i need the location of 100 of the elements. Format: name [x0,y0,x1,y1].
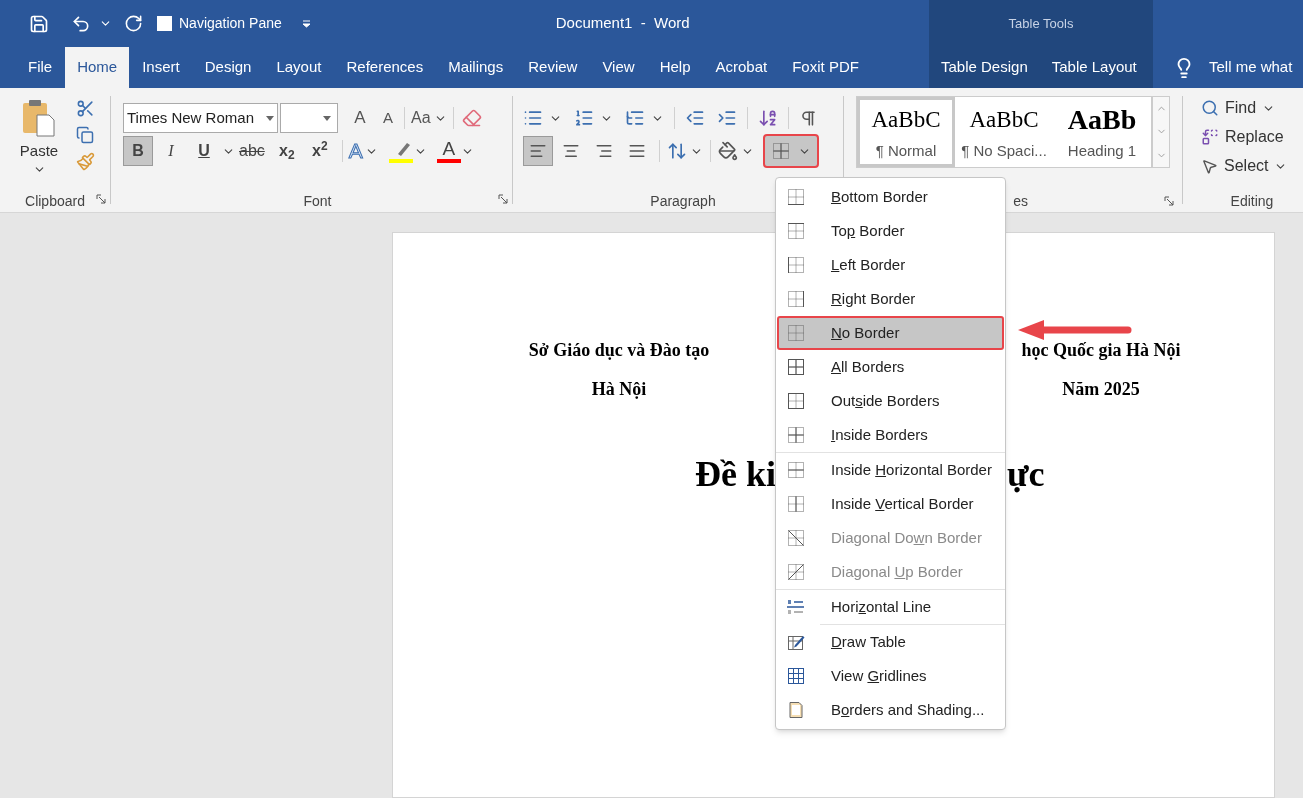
align-button[interactable] [523,136,553,166]
paste-icon [21,98,57,138]
save-icon[interactable] [29,13,49,34]
border-icon [787,461,805,479]
borders-button[interactable] [763,134,819,168]
border-icon [787,290,805,308]
menu-item[interactable]: All Borders [777,350,1004,384]
align-icon [628,142,646,160]
align-icon [595,142,613,160]
bold-button[interactable]: B [123,136,153,166]
select-button[interactable]: Select [1201,154,1303,178]
style-gallery-item[interactable]: AaBbC ¶ Normal [857,97,955,167]
decrease-indent-icon[interactable] [685,108,705,128]
ribbon-tab[interactable]: Layout [264,47,334,88]
replace-button[interactable]: Replace [1201,125,1303,149]
ribbon-tab[interactable]: Foxit PDF [780,47,871,88]
menu-item[interactable]: Inside Borders [777,418,1004,452]
border-icon [771,142,790,160]
menu-item[interactable]: Inside Vertical Border [777,487,1004,521]
menu-item[interactable]: Left Border [777,248,1004,282]
shading-icon[interactable] [718,141,738,161]
menu-item[interactable]: Inside Horizontal Border [777,453,1004,487]
document-title: Đề ki [695,453,776,496]
group-label: es [1013,191,1028,211]
ribbon-tab[interactable]: Help [647,47,703,88]
menu-item[interactable]: Draw Table [777,625,1004,659]
window-title: Document1 - Word [555,13,690,34]
dialog-launcher-icon[interactable] [1164,196,1174,206]
pilcrow-icon[interactable] [799,108,818,128]
navigation-pane-label[interactable]: Navigation Pane [179,13,282,34]
grow-font-button[interactable]: A [348,105,372,131]
find-button[interactable]: Find [1201,96,1303,120]
border-icon [787,358,805,376]
border-icon [787,563,805,581]
bullets-icon[interactable] [523,108,543,128]
document-title: ực [1007,453,1045,496]
menu-item[interactable]: Outside Borders [777,384,1004,418]
menu-item[interactable]: Bottom Border [777,180,1004,214]
context-title: Table Tools [1008,14,1074,33]
page-border-icon [787,701,805,719]
undo-icon[interactable] [71,13,91,34]
navigation-pane-checkbox[interactable] [157,16,172,31]
pointer-icon [1201,157,1218,175]
sort-icon[interactable] [758,108,778,128]
font-color-button[interactable]: A [436,139,461,163]
header-text: Hà Nội [591,378,647,401]
border-icon [787,324,805,342]
header-text: Sở Giáo dục và Đào tạo [528,339,710,362]
font-size-field[interactable] [280,103,338,133]
ribbon-tab[interactable]: References [334,47,436,88]
ribbon-tab[interactable]: Design [192,47,264,88]
cut-icon[interactable] [76,99,95,118]
border-icon [787,222,805,240]
ribbon-tab[interactable]: Review [516,47,590,88]
numbering-icon[interactable] [574,108,594,128]
ribbon-tab[interactable]: File [16,47,65,88]
border-icon [787,495,805,513]
dropdown-arrow-icon [266,115,274,121]
menu-item[interactable]: No Border [777,316,1004,350]
ribbon-tab[interactable]: Home [65,47,130,88]
gridlines-icon [787,667,805,685]
dropdown-arrow-icon [323,115,331,121]
strike-button[interactable]: abc [235,136,269,166]
shrink-font-button[interactable]: A [376,106,400,130]
draw-table-icon [787,633,805,651]
menu-item[interactable]: View Gridlines [777,659,1004,693]
multilevel-list-icon[interactable] [625,108,645,128]
redo-icon[interactable] [124,14,143,33]
group-label: Clipboard [25,191,85,211]
tell-me-field[interactable]: Tell me what [1203,56,1293,79]
increase-indent-icon[interactable] [717,108,737,128]
group-label: Font [303,191,332,211]
change-case-button[interactable]: Aa [409,106,449,130]
dialog-launcher-icon[interactable] [498,194,508,204]
menu-item[interactable]: Horizontal Line [777,590,1004,624]
sub-button[interactable]: x$_{2}$ [271,136,302,166]
header-text: Năm 2025 [1062,378,1140,401]
ribbon-tab[interactable]: Mailings [436,47,516,88]
border-icon [787,188,805,206]
customize-icon[interactable] [301,19,311,28]
horizontal-line-icon [787,598,805,616]
italic-button[interactable]: I [156,136,186,166]
paste-button[interactable]: Paste [14,98,64,176]
ribbon-tab[interactable]: Acrobat [703,47,780,88]
ribbon-tab[interactable]: Insert [130,47,192,88]
clear-formatting-icon[interactable] [461,108,482,128]
copy-icon[interactable] [76,126,94,144]
menu-item[interactable]: Right Border [777,282,1004,316]
ribbon-tab[interactable]: View [590,47,647,88]
menu-item[interactable]: Top Border [777,214,1004,248]
header-text: học Quốc gia Hà Nội [1021,339,1181,362]
underline-button[interactable]: U [189,136,219,166]
super-button[interactable]: x$^{2}$ [304,136,335,166]
font-name-field[interactable]: Times New Roman [123,103,278,133]
line-spacing-icon[interactable] [667,141,687,161]
menu-item[interactable]: Borders and Shading... [777,693,1004,727]
dialog-launcher-icon[interactable] [96,194,106,204]
style-gallery-item[interactable]: AaBb Heading 1 [1053,97,1151,167]
style-gallery-item[interactable]: AaBbC ¶ No Spaci... [955,97,1053,167]
group-label: Paragraph [650,191,716,211]
